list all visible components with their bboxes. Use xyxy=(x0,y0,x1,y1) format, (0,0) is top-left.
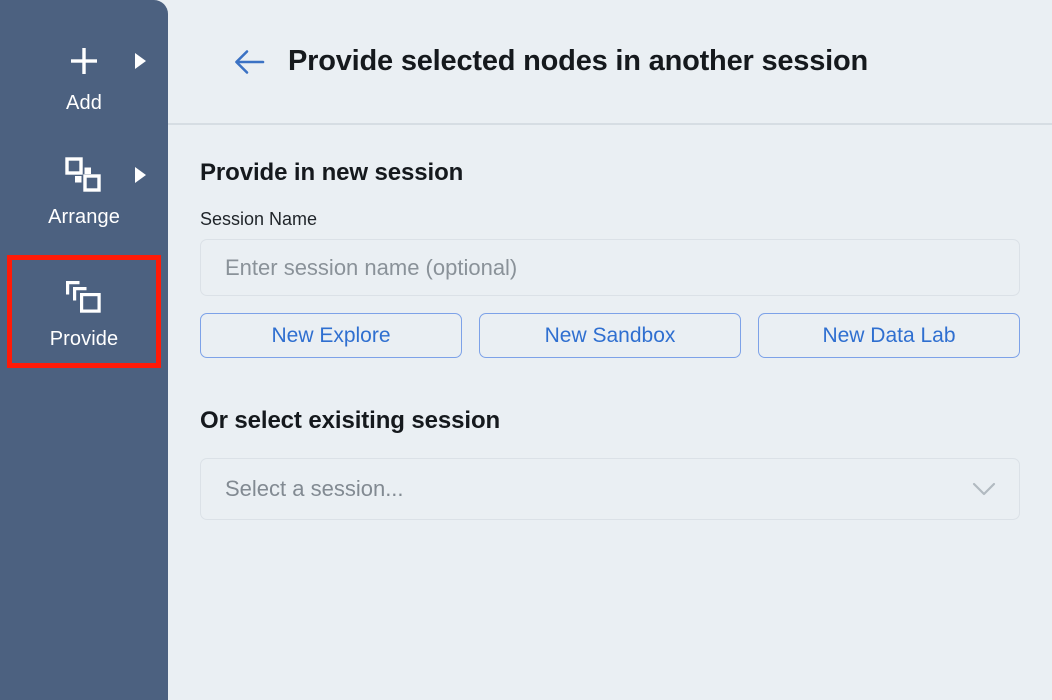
session-name-label: Session Name xyxy=(200,209,318,229)
main-panel: Provide selected nodes in another sessio… xyxy=(168,0,1052,700)
page-title: Provide selected nodes in another sessio… xyxy=(288,45,869,77)
new-session-button-row: New Explore New Sandbox New Data Lab xyxy=(200,313,1020,358)
page-content: Provide in new session Session Name New … xyxy=(168,125,1052,520)
app-root: Add Arrange Provide Provide selected nod… xyxy=(0,0,1052,700)
sidebar-item-label-provide: Provide xyxy=(49,328,119,350)
chevron-down-icon[interactable] xyxy=(971,481,997,497)
new-sandbox-button[interactable]: New Sandbox xyxy=(479,313,741,358)
provide-icon-row xyxy=(12,274,156,320)
sidebar-item-label-arrange: Arrange xyxy=(48,206,120,228)
sidebar-item-label-add: Add xyxy=(66,92,102,114)
arrange-icon-row xyxy=(12,152,156,198)
add-icon-row xyxy=(12,38,156,84)
chevron-right-icon-add[interactable] xyxy=(135,53,146,69)
sidebar-item-provide[interactable]: Provide xyxy=(7,255,161,368)
page-header: Provide selected nodes in another sessio… xyxy=(168,0,1052,125)
existing-session-select[interactable]: Select a session... xyxy=(200,458,1020,520)
plus-icon xyxy=(61,38,107,84)
existing-session-select-value: Select a session... xyxy=(225,476,404,501)
session-name-input[interactable] xyxy=(200,239,1020,296)
section-title-new-session: Provide in new session xyxy=(200,159,464,186)
sidebar-item-add[interactable]: Add xyxy=(12,30,156,125)
new-explore-button[interactable]: New Explore xyxy=(200,313,462,358)
arrange-nodes-icon xyxy=(61,152,107,198)
stacked-layers-icon xyxy=(61,274,107,320)
chevron-right-icon-arrange[interactable] xyxy=(135,167,146,183)
left-rail-sidebar: Add Arrange Provide xyxy=(0,0,168,700)
sidebar-item-arrange[interactable]: Arrange xyxy=(12,144,156,239)
section-title-existing-session: Or select exisiting session xyxy=(200,407,501,434)
new-data-lab-button[interactable]: New Data Lab xyxy=(758,313,1020,358)
arrow-left-icon[interactable] xyxy=(232,45,266,79)
